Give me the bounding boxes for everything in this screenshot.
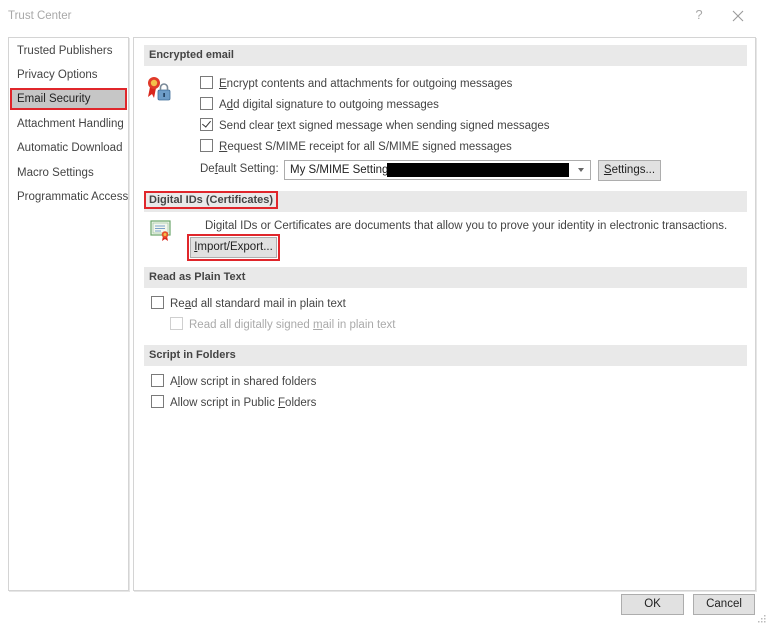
cancel-button[interactable]: Cancel — [693, 594, 755, 615]
redacted-block — [387, 163, 569, 177]
section-title: Digital IDs (Certificates) — [143, 191, 279, 209]
checkbox-encrypt-contents[interactable]: Encrypt contents and attachments for out… — [200, 75, 512, 93]
import-export-button[interactable]: Import/Export... — [187, 234, 280, 261]
close-icon — [732, 10, 744, 22]
section-header-read-as-plain-text: Read as Plain Text — [144, 267, 747, 288]
checkbox-disabled — [170, 317, 183, 330]
checkbox-add-digital-signature[interactable]: Add digital signature to outgoing messag… — [200, 96, 439, 114]
certificate-lock-icon — [148, 77, 171, 101]
default-setting-value: My S/MIME Settings — [290, 164, 395, 176]
checkbox-script-shared-folders[interactable]: Allow script in shared folders — [151, 373, 316, 391]
resize-grip-icon[interactable] — [758, 615, 766, 623]
title-bar: Trust Center ? — [0, 0, 768, 32]
ok-button[interactable]: OK — [621, 594, 684, 615]
sidebar-item-attachment-handling[interactable]: Attachment Handling — [10, 113, 127, 135]
help-button[interactable]: ? — [690, 7, 708, 25]
sidebar-nav: Trusted Publishers Privacy Options Email… — [8, 37, 129, 591]
section-header-digital-ids: Digital IDs (Certificates) — [143, 191, 747, 212]
checkbox-read-standard-plain-text[interactable]: Read all standard mail in plain text — [151, 295, 346, 313]
checkbox-script-public-folders[interactable]: Allow script in Public Folders — [151, 394, 316, 412]
checkbox-checked[interactable] — [200, 118, 213, 131]
chevron-down-icon — [578, 168, 584, 172]
checkbox[interactable] — [151, 374, 164, 387]
checkbox[interactable] — [200, 76, 213, 89]
window-title: Trust Center — [8, 10, 72, 22]
sidebar-item-privacy-options[interactable]: Privacy Options — [10, 64, 127, 86]
section-title: Script in Folders — [149, 349, 236, 361]
sidebar-item-trusted-publishers[interactable]: Trusted Publishers — [10, 40, 127, 62]
close-button[interactable] — [728, 6, 748, 26]
default-setting-dropdown[interactable]: My S/MIME Settings — [284, 160, 591, 180]
sidebar-item-email-security[interactable]: Email Security — [10, 88, 127, 110]
main-panel: Encrypted email Encrypt contents and att… — [133, 37, 756, 591]
section-header-encrypted-email: Encrypted email — [144, 45, 747, 66]
section-title: Read as Plain Text — [149, 271, 246, 283]
settings-button[interactable]: Settings... — [598, 160, 661, 181]
section-header-script-in-folders: Script in Folders — [144, 345, 747, 366]
checkbox-request-smime-receipt[interactable]: Request S/MIME receipt for all S/MIME si… — [200, 138, 512, 156]
checkbox[interactable] — [200, 139, 213, 152]
default-setting-label: Default Setting: — [200, 163, 279, 175]
certificate-icon — [150, 220, 171, 241]
checkbox-read-signed-plain-text: Read all digitally signed mail in plain … — [170, 316, 396, 334]
checkbox[interactable] — [200, 97, 213, 110]
digital-ids-description: Digital IDs or Certificates are document… — [205, 220, 728, 232]
checkbox-send-clear-text[interactable]: Send clear text signed message when send… — [200, 117, 550, 135]
checkbox[interactable] — [151, 296, 164, 309]
sidebar-item-automatic-download[interactable]: Automatic Download — [10, 137, 127, 159]
section-title: Encrypted email — [149, 49, 234, 61]
sidebar-item-programmatic-access[interactable]: Programmatic Access — [10, 186, 128, 208]
sidebar-item-macro-settings[interactable]: Macro Settings — [10, 162, 127, 184]
checkbox[interactable] — [151, 395, 164, 408]
